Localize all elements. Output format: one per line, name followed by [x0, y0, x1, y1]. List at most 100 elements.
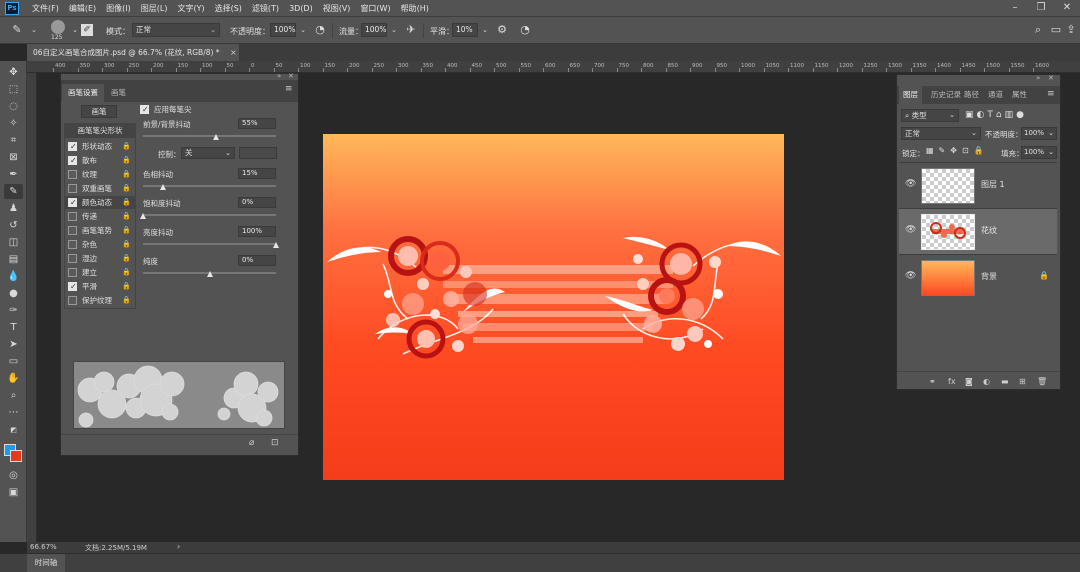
menu-layer[interactable]: 图层(L) [136, 3, 173, 14]
menu-window[interactable]: 窗口(W) [355, 3, 395, 14]
move-tool-icon[interactable]: ✥ [4, 65, 23, 80]
option-dual-brush[interactable]: 双重画笔 🔒 [65, 182, 135, 195]
mode-select[interactable]: 正常 ⌄ [132, 23, 220, 37]
document-tab[interactable]: 06自定义画笔合成图片.psd @ 66.7% (花纹, RGB/8) * [27, 44, 239, 61]
history-brush-tool-icon[interactable]: ↺ [4, 218, 23, 233]
tab-close-icon[interactable]: × [230, 44, 237, 61]
option-color-dynamics[interactable]: 颜色动态🔒 [65, 196, 135, 209]
option-noise[interactable]: 杂色 🔒 [65, 238, 135, 251]
tab-layers[interactable]: 图层 [899, 86, 922, 104]
layer-name[interactable]: 背景 [981, 271, 997, 282]
background-color-swatch[interactable] [10, 450, 22, 462]
eraser-tool-icon[interactable]: ◫ [4, 235, 23, 250]
more-tools-icon[interactable]: ⋯ [4, 405, 23, 420]
quick-select-tool-icon[interactable]: ✧ [4, 116, 23, 131]
layer-name[interactable]: 花纹 [981, 225, 997, 236]
purity-thumb[interactable] [206, 271, 213, 277]
blur-tool-icon[interactable]: 💧 [4, 269, 23, 284]
chevron-down-icon[interactable]: ⌄ [387, 23, 401, 37]
option-shape-dynamics[interactable]: 形状动态🔒 [65, 140, 135, 153]
tab-brushes[interactable]: 画笔 [105, 84, 132, 102]
workspace-icon[interactable]: ▭ [1049, 23, 1063, 37]
menu-type[interactable]: 文字(Y) [172, 3, 209, 14]
tab-properties[interactable]: 属性 [1012, 86, 1027, 104]
layer-mask-icon[interactable]: ◙ [965, 377, 973, 386]
checkbox[interactable] [68, 280, 77, 293]
pen-tool-icon[interactable]: ✑ [4, 303, 23, 318]
option-wet-edges[interactable]: 湿边 🔒 [65, 252, 135, 265]
fg-bg-jitter-track[interactable] [143, 135, 276, 137]
layer-row-background[interactable]: 👁 背景 🔒 [899, 254, 1057, 300]
quick-mask-icon[interactable]: ◎ [4, 468, 23, 483]
purity-input[interactable]: 0% [238, 255, 276, 266]
search-icon[interactable]: ⌕ [1031, 23, 1045, 37]
fg-bg-jitter-input[interactable]: 55% [238, 118, 276, 129]
status-menu-arrow[interactable]: › [177, 542, 180, 551]
saturation-jitter-track[interactable] [143, 214, 276, 216]
brush-tool-icon[interactable]: ✎ [4, 184, 23, 199]
layer-filter-select[interactable]: ⌕ 类型 ⌄ [901, 109, 959, 122]
panel-collapse-icon[interactable]: » [1036, 74, 1040, 82]
menu-filter[interactable]: 滤镜(T) [247, 3, 284, 14]
hue-jitter-thumb[interactable] [159, 184, 166, 190]
layer-name[interactable]: 图层 1 [981, 179, 1005, 190]
crop-tool-icon[interactable]: ⌗ [4, 133, 23, 148]
checkbox[interactable] [68, 240, 77, 249]
tab-history[interactable]: 历史记录 [931, 86, 961, 104]
restore-icon[interactable]: ❐ [1028, 0, 1054, 17]
opacity-input[interactable]: 100% [270, 23, 296, 37]
zoom-tool-icon[interactable]: ⌕ [4, 388, 23, 403]
fill-input[interactable]: 100% ⌄ [1021, 146, 1057, 159]
fg-bg-jitter-thumb[interactable] [213, 134, 220, 140]
checkbox[interactable] [68, 140, 77, 153]
chevron-down-icon[interactable]: ⌄ [478, 23, 492, 37]
option-smoothing[interactable]: 平滑🔒 [65, 280, 135, 293]
control-select[interactable]: 关 ⌄ [181, 147, 235, 159]
new-group-icon[interactable]: ▬ [1001, 377, 1009, 386]
minimize-icon[interactable]: – [1002, 0, 1028, 17]
saturation-jitter-thumb[interactable] [140, 213, 146, 219]
option-build-up[interactable]: 建立 🔒 [65, 266, 135, 279]
tab-timeline[interactable]: 时间轴 [27, 554, 65, 572]
airbrush-icon[interactable]: ✈ [404, 23, 418, 37]
checkbox[interactable] [68, 196, 77, 209]
menu-file[interactable]: 文件(F) [27, 3, 64, 14]
hue-jitter-input[interactable]: 15% [238, 168, 276, 179]
lock-icons[interactable]: ▦✎✥⊡🔒 [926, 146, 989, 155]
menu-image[interactable]: 图像(I) [101, 3, 136, 14]
shape-tool-icon[interactable]: ▭ [4, 354, 23, 369]
pressure-size-icon[interactable]: ◔ [518, 23, 532, 37]
option-protect-texture[interactable]: 保护纹理 🔒 [65, 294, 135, 307]
eye-icon[interactable]: 👁 [905, 225, 916, 235]
create-brush-icon[interactable]: ⊡ [271, 438, 279, 448]
brush-preset-icon[interactable] [51, 20, 65, 34]
brightness-jitter-input[interactable]: 100% [238, 226, 276, 237]
marquee-tool-icon[interactable]: ⬚ [4, 82, 23, 97]
stamp-tool-icon[interactable]: ♟ [4, 201, 23, 216]
checkbox[interactable] [140, 103, 149, 116]
layer-style-icon[interactable]: fx [948, 377, 956, 386]
menu-select[interactable]: 选择(S) [210, 3, 247, 14]
flow-input[interactable]: 100% [361, 23, 387, 37]
panel-collapse-icon[interactable]: » [277, 72, 281, 80]
layer-row-layer1[interactable]: 👁 图层 1 [899, 162, 1057, 208]
checkbox[interactable] [68, 254, 77, 263]
hand-tool-icon[interactable]: ✋ [4, 371, 23, 386]
chevron-down-icon[interactable]: ⌄ [27, 23, 41, 37]
layer-filter-icons[interactable]: ▣◐T⌂▥● [965, 109, 1057, 122]
brushes-button[interactable]: 画笔 [81, 105, 117, 118]
layer-row-pattern[interactable]: 👁 花纹 [899, 208, 1057, 254]
panel-menu-icon[interactable]: ≡ [285, 84, 293, 94]
zoom-level[interactable]: 66.67% [30, 543, 57, 551]
checkbox[interactable] [68, 184, 77, 193]
dodge-tool-icon[interactable]: ● [4, 286, 23, 301]
gear-icon[interactable]: ⚙ [495, 23, 509, 37]
pressure-opacity-icon[interactable]: ◔ [313, 23, 327, 37]
brush-tool-icon[interactable]: ✎ [10, 23, 24, 37]
panel-close-icon[interactable]: ✕ [1048, 74, 1054, 82]
option-transfer[interactable]: 传递 🔒 [65, 210, 135, 223]
checkbox[interactable] [68, 154, 77, 167]
chevron-down-icon[interactable]: ⌄ [68, 23, 82, 37]
checkbox[interactable] [68, 268, 77, 277]
layer-opacity-input[interactable]: 100% ⌄ [1021, 127, 1057, 140]
